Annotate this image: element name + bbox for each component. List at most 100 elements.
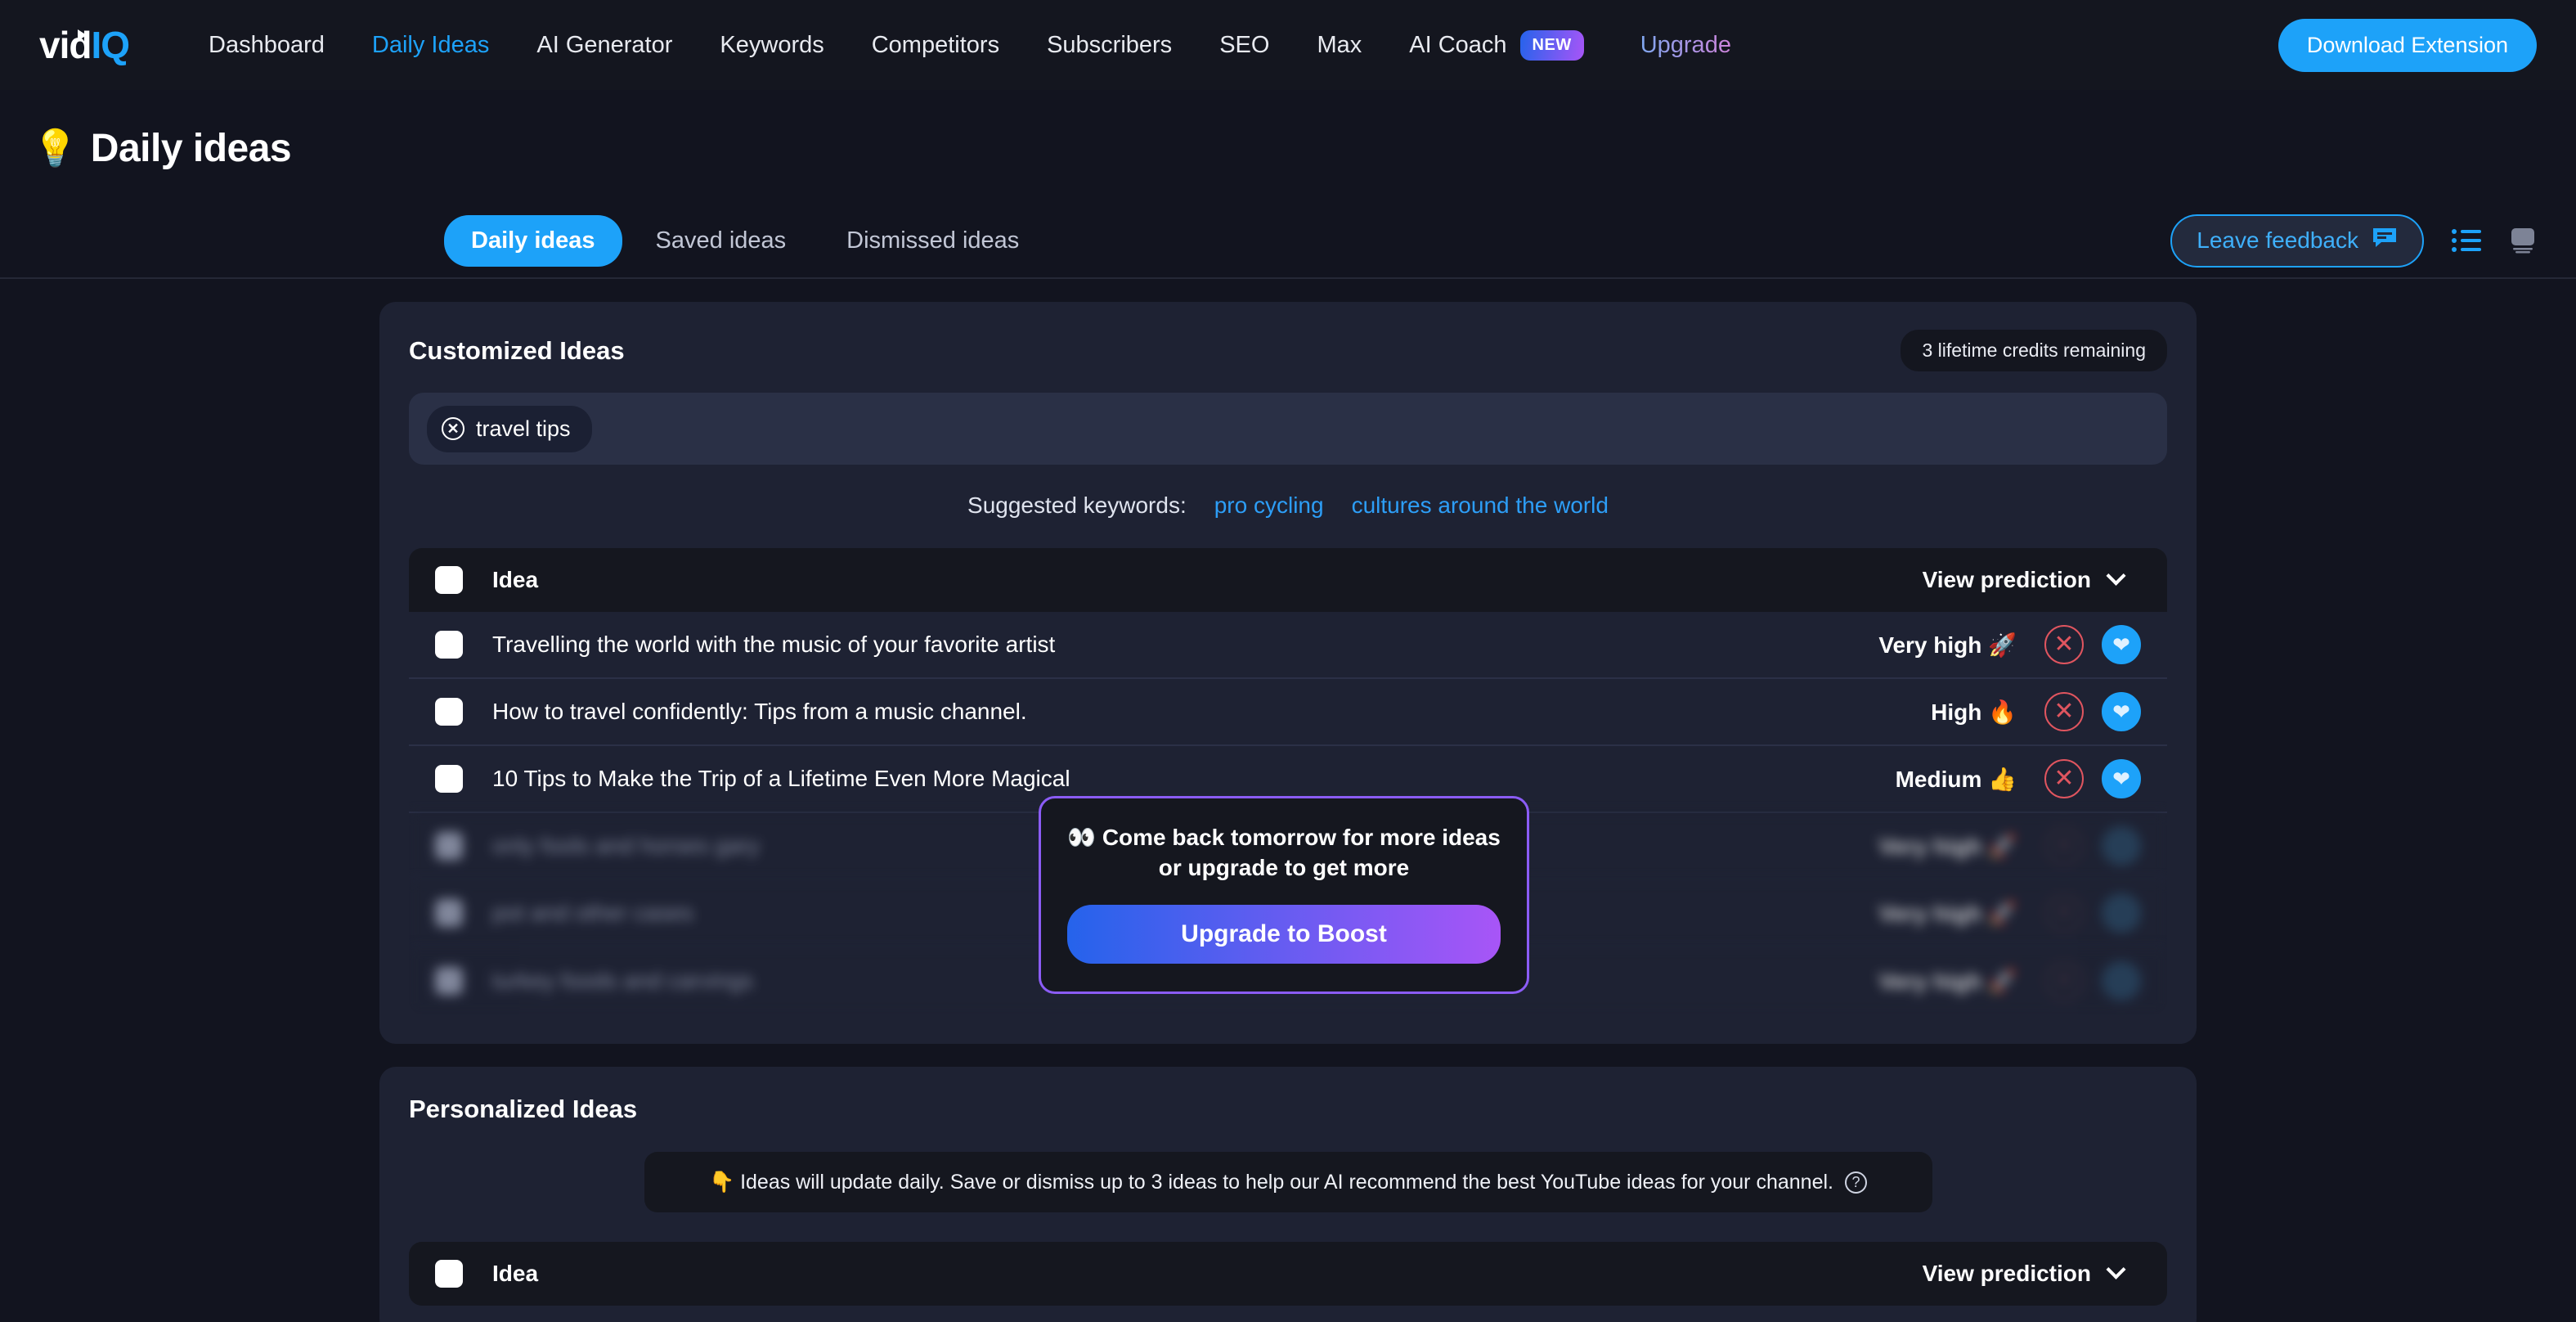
row-actions: ✕ ❤ bbox=[2044, 961, 2141, 1000]
chat-bubble-icon bbox=[2372, 227, 2398, 255]
row-checkbox bbox=[435, 832, 463, 860]
new-badge: NEW bbox=[1519, 29, 1584, 61]
view-prediction-label: View prediction bbox=[1922, 1261, 2091, 1286]
upgrade-to-boost-button[interactable]: Upgrade to Boost bbox=[1067, 904, 1501, 964]
suggested-keyword-cultures[interactable]: cultures around the world bbox=[1352, 492, 1609, 519]
main-content: Customized Ideas 3 lifetime credits rema… bbox=[0, 302, 2576, 1322]
idea-text: turkey foods and carvings bbox=[492, 968, 754, 993]
tab-dismissed-ideas[interactable]: Dismissed ideas bbox=[819, 215, 1046, 267]
row-actions: ✕ ❤ bbox=[2044, 893, 2141, 933]
customized-ideas-header: Customized Ideas 3 lifetime credits rema… bbox=[409, 330, 2167, 371]
card-view-icon[interactable] bbox=[2509, 227, 2537, 254]
view-prediction-dropdown[interactable]: View prediction bbox=[1922, 1259, 2141, 1287]
table-header-row: Idea View prediction bbox=[409, 548, 2167, 612]
help-icon[interactable]: ? bbox=[1844, 1171, 1867, 1194]
row-right-group: High 🔥 ✕ ❤ bbox=[1931, 692, 2141, 731]
chevron-down-icon bbox=[2106, 1259, 2126, 1279]
row-checkbox bbox=[435, 899, 463, 927]
tab-daily-ideas[interactable]: Daily ideas bbox=[444, 214, 622, 267]
dismiss-idea-button[interactable]: ✕ bbox=[2044, 759, 2084, 798]
view-prediction-dropdown[interactable]: View prediction bbox=[1922, 565, 2141, 593]
remove-chip-icon[interactable]: ✕ bbox=[442, 417, 464, 440]
save-idea-button[interactable]: ❤ bbox=[2102, 759, 2141, 798]
prediction-value: Very high 🚀 bbox=[1878, 833, 2017, 859]
prediction-value: Very high 🚀 bbox=[1878, 968, 2017, 994]
nav-item-daily-ideas[interactable]: Daily Ideas bbox=[348, 0, 513, 90]
play-triangle-icon bbox=[78, 29, 87, 41]
select-all-checkbox[interactable] bbox=[435, 566, 463, 594]
save-idea-button: ❤ bbox=[2102, 961, 2141, 1000]
notice-text: 👇 Ideas will update daily. Save or dismi… bbox=[709, 1170, 1833, 1194]
leave-feedback-button[interactable]: Leave feedback bbox=[2170, 214, 2424, 268]
save-idea-button[interactable]: ❤ bbox=[2102, 692, 2141, 731]
row-right-group: Very high 🚀 ✕ ❤ bbox=[1878, 893, 2141, 933]
row-actions: ✕ ❤ bbox=[2044, 826, 2141, 866]
idea-text: 10 Tips to Make the Trip of a Lifetime E… bbox=[492, 766, 1070, 791]
row-actions: ✕ ❤ bbox=[2044, 625, 2141, 664]
idea-text: pot and other cases bbox=[492, 900, 693, 925]
nav-item-competitors[interactable]: Competitors bbox=[848, 0, 1023, 90]
row-checkbox[interactable] bbox=[435, 765, 463, 793]
nav-item-dashboard[interactable]: Dashboard bbox=[185, 0, 348, 90]
nav-item-max[interactable]: Max bbox=[1293, 0, 1385, 90]
suggested-keywords-label: Suggested keywords: bbox=[967, 492, 1187, 518]
list-view-icon[interactable] bbox=[2452, 228, 2481, 253]
row-actions: ✕ ❤ bbox=[2044, 692, 2141, 731]
dismiss-idea-button: ✕ bbox=[2044, 826, 2084, 866]
nav-item-ai-generator[interactable]: AI Generator bbox=[513, 0, 696, 90]
idea-text: Travelling the world with the music of y… bbox=[492, 632, 1056, 657]
table-row[interactable]: How to travel confidently: Tips from a m… bbox=[409, 679, 2167, 746]
keyword-chip-label: travel tips bbox=[476, 416, 571, 441]
nav-item-ai-coach-label: AI Coach bbox=[1409, 32, 1507, 58]
dismiss-idea-button[interactable]: ✕ bbox=[2044, 625, 2084, 664]
table-header-row: Idea View prediction bbox=[409, 1242, 2167, 1306]
personalized-ideas-card: Personalized Ideas 👇 Ideas will update d… bbox=[379, 1067, 2197, 1322]
view-prediction-label: View prediction bbox=[1922, 567, 2091, 592]
tab-bar: Daily ideas Saved ideas Dismissed ideas … bbox=[0, 204, 2576, 279]
top-navigation-bar: vid IQ Dashboard Daily Ideas AI Generator… bbox=[0, 0, 2576, 90]
keyword-input[interactable]: ✕ travel tips bbox=[409, 393, 2167, 465]
nav-item-upgrade[interactable]: Upgrade bbox=[1608, 0, 1755, 90]
nav-item-subscribers[interactable]: Subscribers bbox=[1023, 0, 1196, 90]
upgrade-upsell-modal: 👀 Come back tomorrow for more ideas or u… bbox=[1039, 796, 1529, 994]
row-right-group: Very high 🚀 ✕ ❤ bbox=[1878, 625, 2141, 664]
column-header-idea: Idea bbox=[492, 1261, 539, 1286]
prediction-value: High 🔥 bbox=[1931, 699, 2017, 725]
save-idea-button: ❤ bbox=[2102, 826, 2141, 866]
credits-badge: 3 lifetime credits remaining bbox=[1901, 330, 2167, 371]
suggested-keywords: Suggested keywords: pro cycling cultures… bbox=[409, 492, 2167, 519]
chevron-down-icon bbox=[2106, 565, 2126, 586]
upsell-message: 👀 Come back tomorrow for more ideas or u… bbox=[1067, 825, 1501, 880]
personalized-ideas-header: Personalized Ideas bbox=[409, 1095, 2167, 1124]
dismiss-idea-button: ✕ bbox=[2044, 961, 2084, 1000]
prediction-value: Medium 👍 bbox=[1895, 766, 2017, 792]
lightbulb-icon: 💡 bbox=[33, 128, 78, 169]
table-row[interactable]: Travelling the world with the music of y… bbox=[409, 612, 2167, 679]
dismiss-idea-button: ✕ bbox=[2044, 893, 2084, 933]
leave-feedback-label: Leave feedback bbox=[2197, 227, 2358, 253]
keyword-chip-travel-tips[interactable]: ✕ travel tips bbox=[427, 405, 592, 452]
suggested-keyword-pro-cycling[interactable]: pro cycling bbox=[1214, 492, 1324, 519]
dismiss-idea-button[interactable]: ✕ bbox=[2044, 692, 2084, 731]
nav-item-ai-coach[interactable]: AI Coach NEW bbox=[1385, 0, 1607, 90]
row-right-group: Very high 🚀 ✕ ❤ bbox=[1878, 826, 2141, 866]
row-right-group: Medium 👍 ✕ ❤ bbox=[1896, 759, 2141, 798]
row-checkbox[interactable] bbox=[435, 631, 463, 659]
vidiq-logo[interactable]: vid IQ bbox=[39, 23, 130, 67]
row-checkbox[interactable] bbox=[435, 698, 463, 726]
save-idea-button[interactable]: ❤ bbox=[2102, 625, 2141, 664]
download-extension-button[interactable]: Download Extension bbox=[2278, 18, 2537, 72]
personalized-ideas-notice: 👇 Ideas will update daily. Save or dismi… bbox=[644, 1152, 1932, 1212]
row-right-group: Very high 🚀 ✕ ❤ bbox=[1878, 961, 2141, 1000]
nav-item-keywords[interactable]: Keywords bbox=[696, 0, 847, 90]
row-actions: ✕ ❤ bbox=[2044, 759, 2141, 798]
idea-text: How to travel confidently: Tips from a m… bbox=[492, 699, 1027, 724]
nav-item-seo[interactable]: SEO bbox=[1196, 0, 1293, 90]
prediction-value: Very high 🚀 bbox=[1878, 900, 2017, 926]
nav-links: Dashboard Daily Ideas AI Generator Keywo… bbox=[185, 0, 1755, 90]
row-checkbox bbox=[435, 967, 463, 995]
select-all-checkbox[interactable] bbox=[435, 1260, 463, 1288]
prediction-value: Very high 🚀 bbox=[1878, 632, 2017, 658]
personalized-ideas-table: Idea View prediction bbox=[409, 1242, 2167, 1306]
tab-saved-ideas[interactable]: Saved ideas bbox=[629, 215, 814, 267]
